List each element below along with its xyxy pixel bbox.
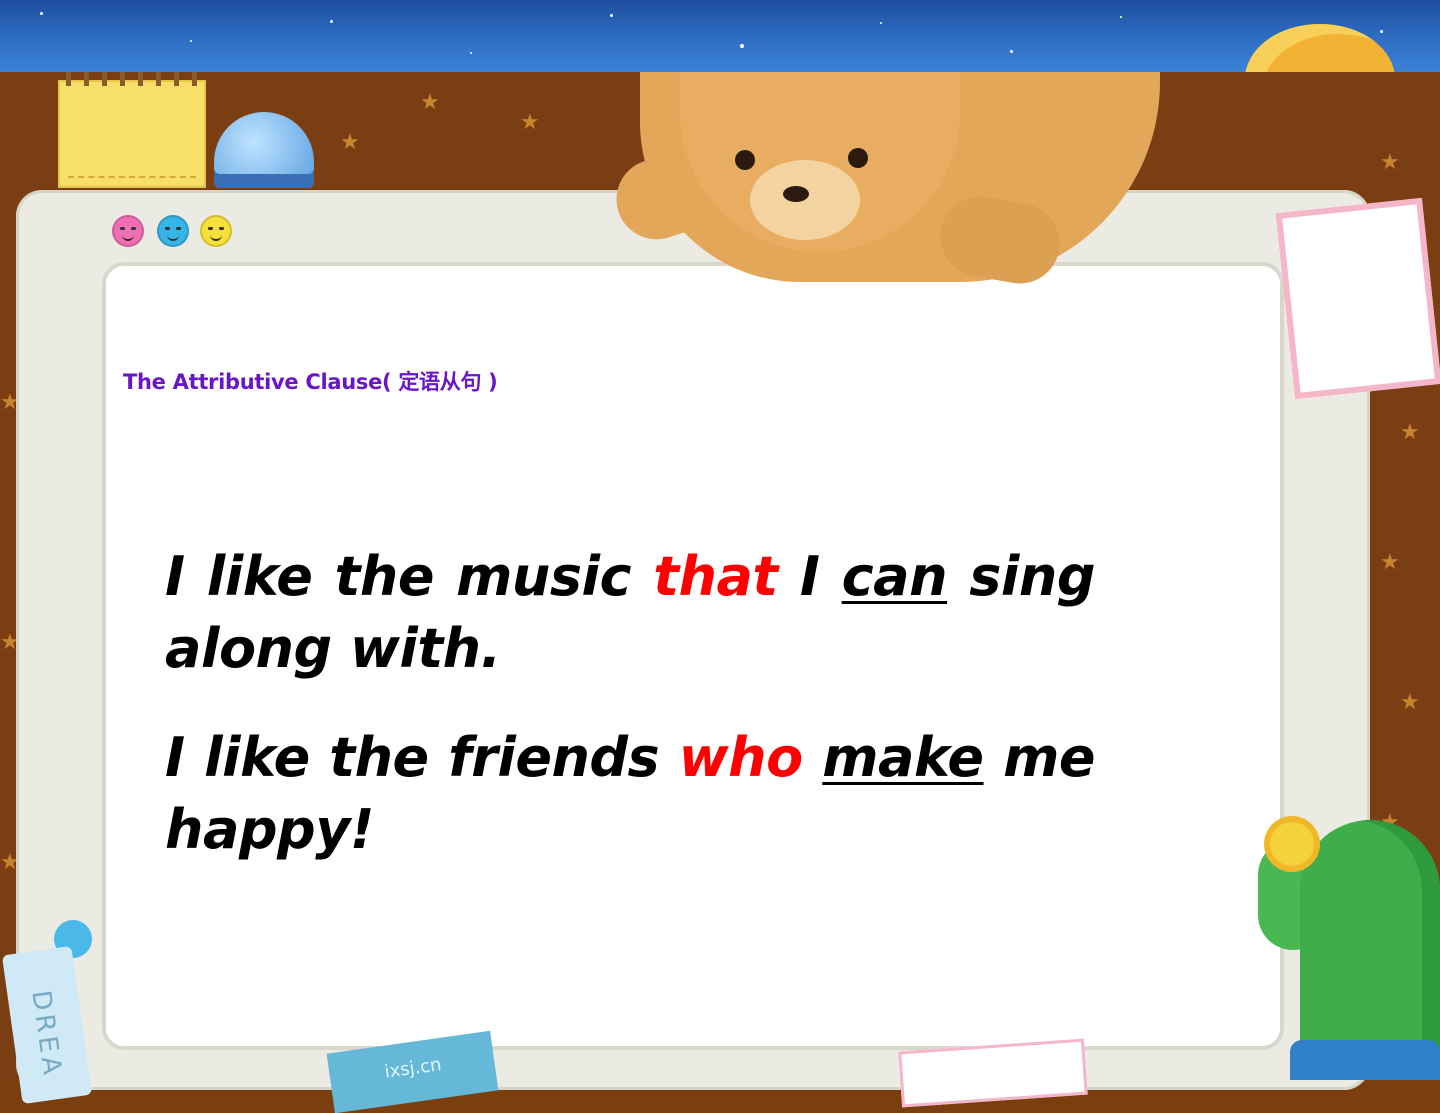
sentence-text xyxy=(803,726,823,789)
slide-title: The Attributive Clause( 定语从句 ) xyxy=(123,370,498,394)
sentence-text: I xyxy=(777,545,842,608)
relative-pronoun: that xyxy=(653,545,778,608)
pink-smiley-icon xyxy=(112,215,144,247)
bear-eye xyxy=(848,148,868,168)
bear-nose xyxy=(783,186,809,202)
bottom-tag-text: ixsj.cn xyxy=(383,1054,443,1083)
flower-pot xyxy=(1290,1040,1440,1080)
example-sentence-2: I like the friends who make me happy! xyxy=(165,722,1096,866)
relative-pronoun: who xyxy=(678,726,803,789)
notepad-decoration xyxy=(58,72,206,188)
pink-ticket-decoration xyxy=(898,1038,1088,1108)
sentence-text: I like the friends xyxy=(165,726,679,789)
sentence-text: I like the music xyxy=(165,545,654,608)
starry-sky-banner xyxy=(0,0,1440,72)
flower-icon xyxy=(1270,822,1314,866)
dream-tag-text: DREA xyxy=(25,988,68,1081)
underlined-verb: can xyxy=(841,545,948,608)
pink-note-card xyxy=(1275,197,1440,400)
example-sentence-1: I like the music that I can sing along w… xyxy=(165,541,1096,685)
yellow-smiley-icon xyxy=(200,215,232,247)
bear-muzzle xyxy=(750,160,860,240)
moon-icon xyxy=(1245,24,1395,72)
underlined-verb: make xyxy=(822,726,984,789)
blue-smiley-icon xyxy=(157,215,189,247)
bear-eye xyxy=(735,150,755,170)
